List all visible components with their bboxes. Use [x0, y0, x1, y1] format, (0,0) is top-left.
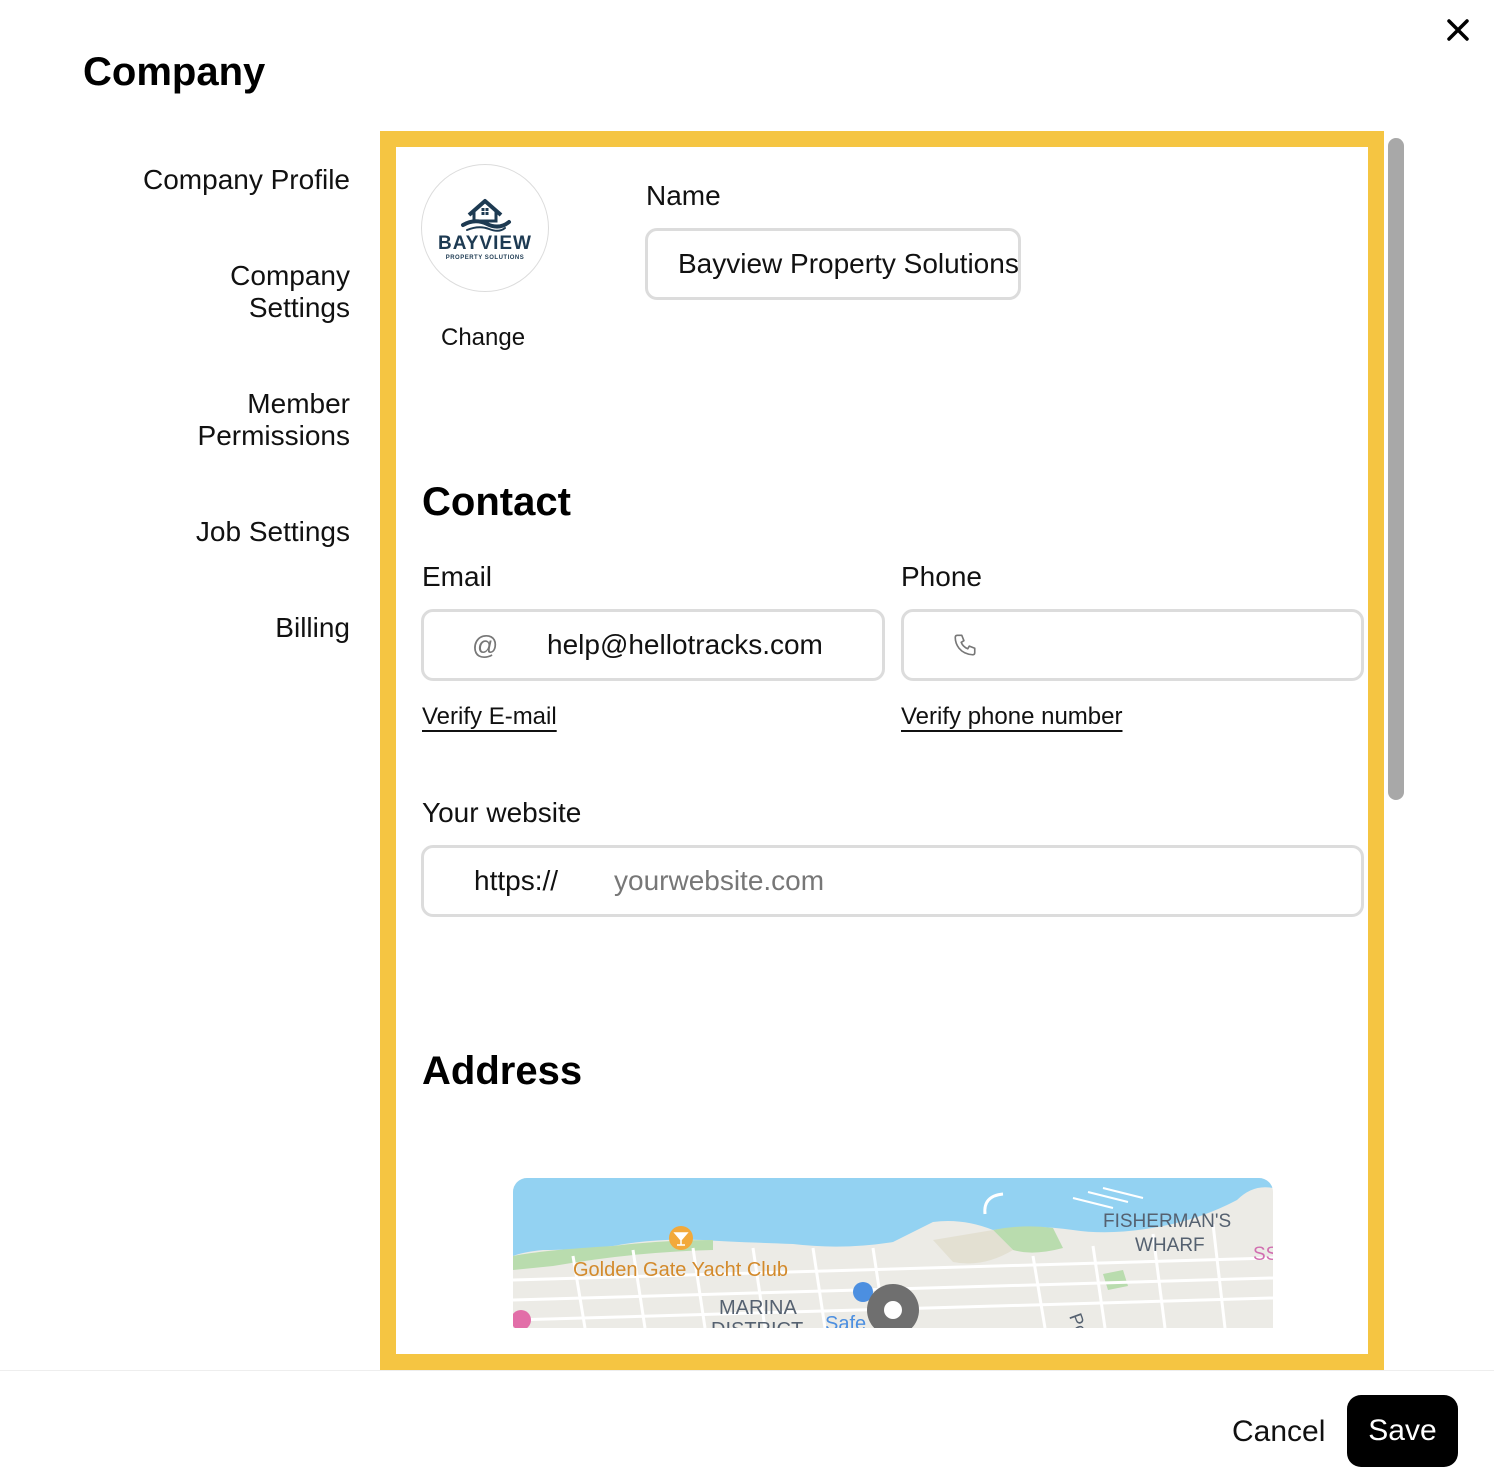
verify-email-link[interactable]: Verify E-mail	[422, 703, 557, 731]
sidebar-item-label: Settings	[248, 292, 350, 323]
map-label-wharf: WHARF	[1135, 1235, 1205, 1256]
map-label-yacht-club: Golden Gate Yacht Club	[573, 1259, 788, 1281]
phone-field[interactable]	[901, 609, 1364, 681]
website-label: Your website	[422, 797, 582, 828]
sidebar-item-label: Member	[247, 388, 350, 419]
at-sign-icon: @	[472, 629, 499, 660]
save-button[interactable]: Save	[1347, 1395, 1458, 1467]
map-label-ss: SS	[1253, 1244, 1273, 1265]
name-label: Name	[646, 180, 721, 211]
company-logo[interactable]: BAYVIEW PROPERTY SOLUTIONS	[421, 164, 549, 292]
page-title: Company	[83, 50, 266, 94]
phone-icon	[952, 632, 992, 658]
company-name-field[interactable]	[645, 228, 1021, 300]
sidebar-item-company-settings[interactable]: Company Settings	[230, 260, 350, 324]
address-heading: Address	[422, 1049, 583, 1093]
sidebar-item-member-permissions[interactable]: Member Permissions	[198, 388, 350, 452]
email-field[interactable]: @	[421, 609, 885, 681]
panel-scrollbar[interactable]	[1388, 138, 1404, 800]
sidebar-item-label: Permissions	[197, 420, 350, 451]
sidebar-item-label: Billing	[275, 612, 350, 643]
phone-input[interactable]	[992, 629, 1361, 661]
logo-wordmark: BAYVIEW	[438, 233, 532, 254]
website-prefix: https://	[474, 865, 559, 896]
company-name-input[interactable]	[678, 248, 1018, 280]
sidebar-item-label: Job Settings	[195, 516, 350, 547]
verify-phone-link[interactable]: Verify phone number	[901, 703, 1122, 731]
map-label-fishermans: FISHERMAN'S	[1103, 1211, 1231, 1232]
address-map[interactable]: Golden Gate Yacht Club MARINA DISTRICT S…	[513, 1178, 1273, 1328]
map-label-marina: MARINA	[719, 1297, 797, 1319]
website-input[interactable]	[614, 865, 1361, 897]
contact-heading: Contact	[422, 480, 571, 524]
house-logo-icon	[461, 199, 511, 232]
sidebar-item-job-settings[interactable]: Job Settings	[196, 516, 350, 548]
map-label-safeway: Safe	[825, 1313, 866, 1328]
sidebar-item-billing[interactable]: Billing	[275, 612, 350, 644]
change-logo-link[interactable]: Change	[441, 324, 525, 352]
website-field[interactable]: https://	[421, 845, 1364, 917]
phone-label: Phone	[901, 561, 982, 592]
sidebar-item-label: Company Profile	[143, 164, 350, 195]
sidebar-item-company-profile[interactable]: Company Profile	[143, 164, 350, 196]
logo-subtitle: PROPERTY SOLUTIONS	[445, 255, 525, 261]
map-label-district: DISTRICT	[711, 1319, 803, 1328]
email-input[interactable]	[547, 629, 882, 661]
close-icon	[1447, 19, 1469, 41]
cancel-button[interactable]: Cancel	[1220, 1406, 1337, 1458]
company-profile-panel: BAYVIEW PROPERTY SOLUTIONS Change Name C…	[380, 131, 1384, 1370]
email-label: Email	[422, 561, 493, 592]
close-button[interactable]	[1440, 12, 1476, 48]
sidebar-item-label: Company	[230, 260, 350, 291]
